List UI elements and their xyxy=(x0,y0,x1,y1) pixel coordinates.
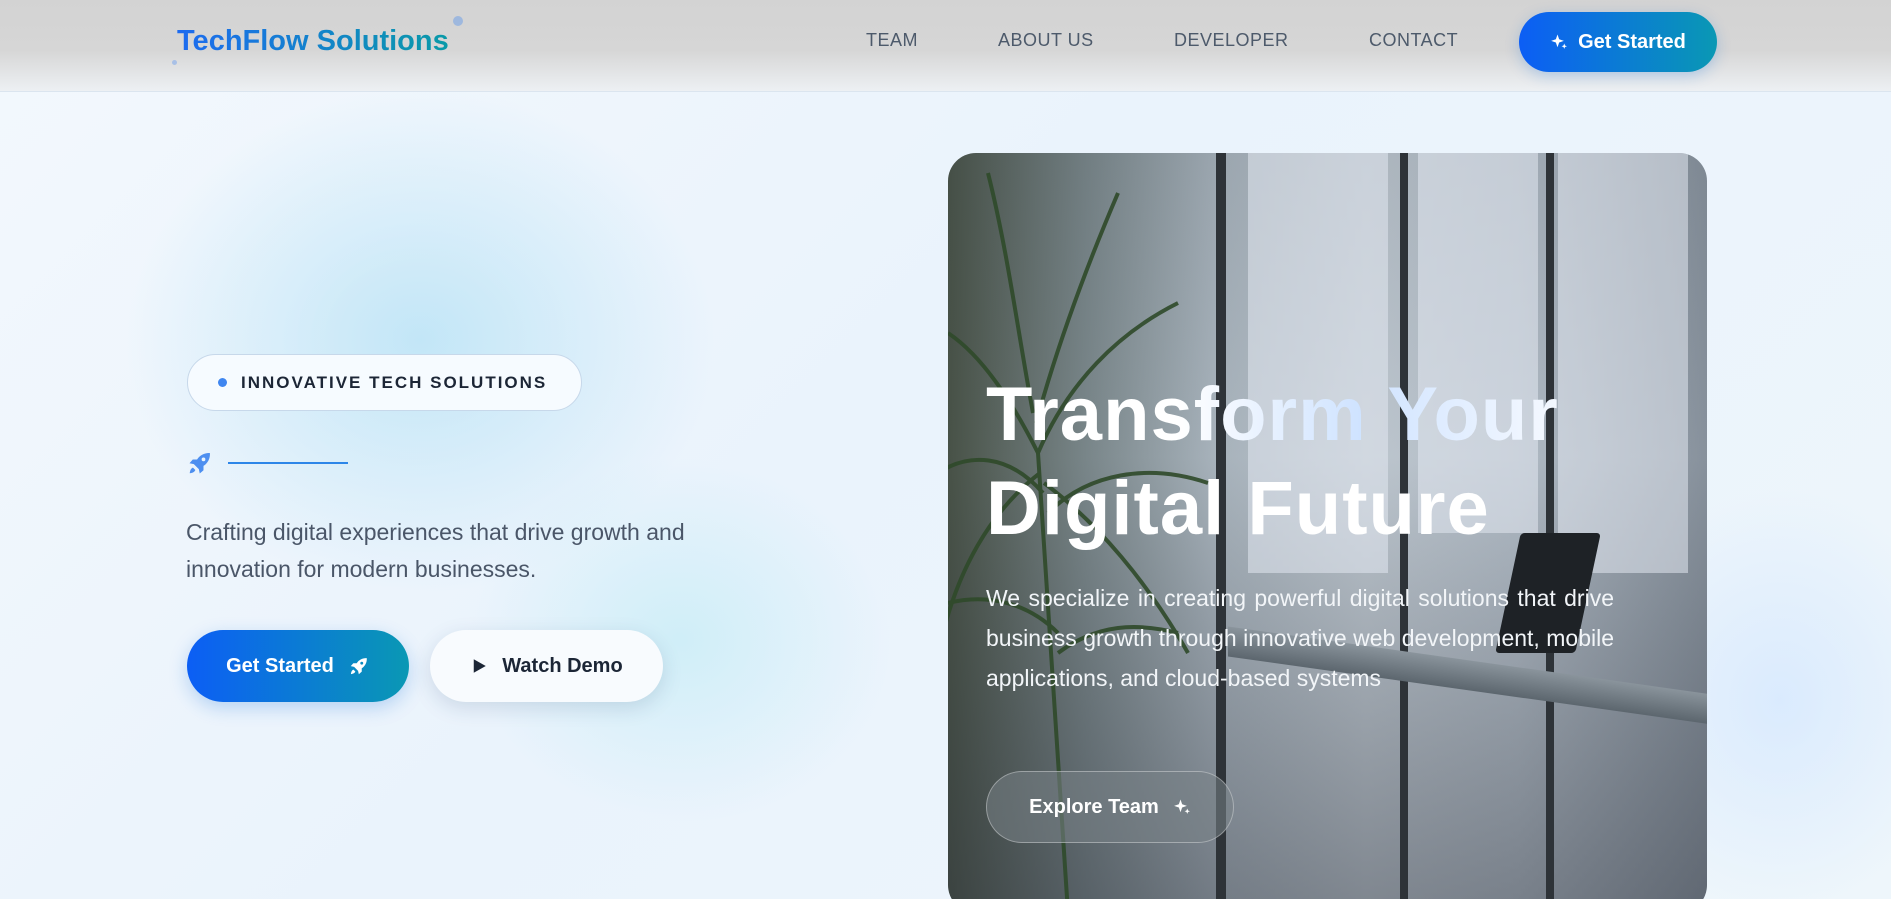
header-get-started-label: Get Started xyxy=(1578,30,1686,53)
nav-link-team[interactable]: TEAM xyxy=(866,30,918,51)
hero-badge: INNOVATIVE TECH SOLUTIONS xyxy=(187,354,582,411)
logo-decoration-dot xyxy=(172,60,177,65)
watch-demo-label: Watch Demo xyxy=(502,654,623,677)
nav-link-contact[interactable]: CONTACT xyxy=(1369,30,1458,51)
site-header: TechFlow Solutions TEAM ABOUT US DEVELOP… xyxy=(0,0,1891,92)
rocket-icon xyxy=(350,658,367,675)
hero-get-started-button[interactable]: Get Started xyxy=(187,630,409,702)
logo-decoration-dot xyxy=(453,16,463,26)
hero-subtitle: Crafting digital experiences that drive … xyxy=(186,519,685,582)
hero-get-started-label: Get Started xyxy=(226,654,334,677)
headline-line-2: Digital Future xyxy=(986,466,1490,551)
headline-line-1: Transform Your xyxy=(986,368,1666,462)
divider-line xyxy=(228,462,348,464)
sparkles-icon xyxy=(1173,799,1190,814)
badge-label: INNOVATIVE TECH SOLUTIONS xyxy=(241,372,548,392)
header-get-started-button[interactable]: Get Started xyxy=(1519,12,1717,72)
explore-team-label: Explore Team xyxy=(1029,795,1159,818)
sparkles-icon xyxy=(1551,34,1568,49)
hero-image-card: Transform Your Digital Future We special… xyxy=(948,153,1707,899)
nav-link-developer[interactable]: DEVELOPER xyxy=(1174,30,1289,51)
card-description: We specialize in creating powerful digit… xyxy=(986,585,1614,691)
rocket-icon xyxy=(189,453,210,474)
play-icon xyxy=(474,659,487,673)
explore-team-button[interactable]: Explore Team xyxy=(986,771,1234,843)
badge-dot xyxy=(218,378,227,387)
nav-link-about-us[interactable]: ABOUT US xyxy=(998,30,1094,51)
card-headline: Transform Your Digital Future xyxy=(986,368,1666,556)
watch-demo-button[interactable]: Watch Demo xyxy=(430,630,663,702)
brand-logo[interactable]: TechFlow Solutions xyxy=(177,25,449,58)
rocket-divider xyxy=(186,449,348,477)
